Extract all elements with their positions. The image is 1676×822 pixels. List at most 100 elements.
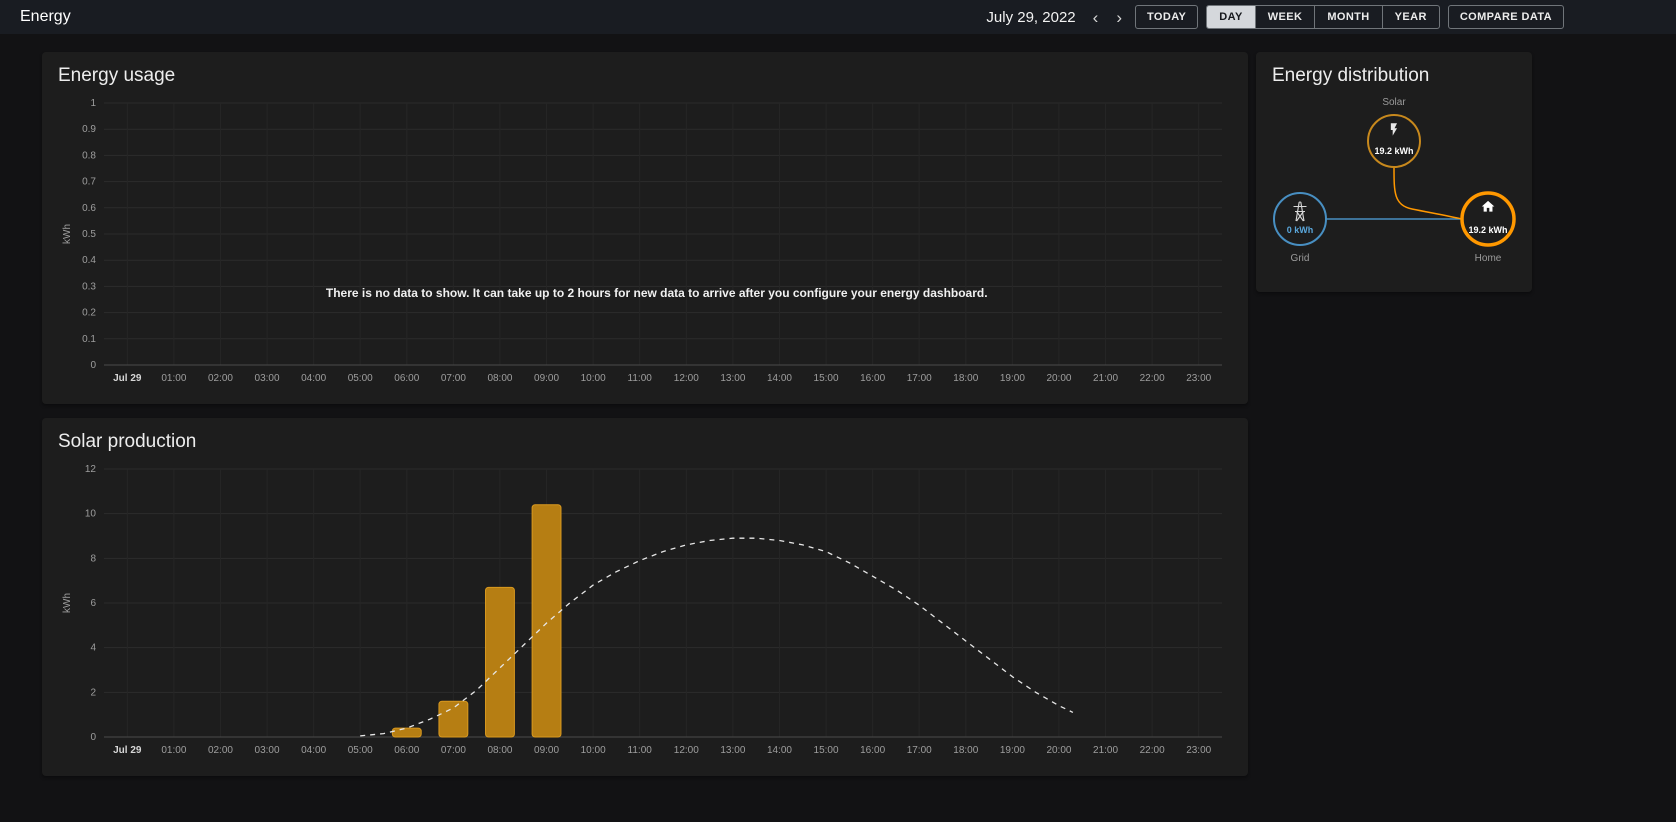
y-tick-label: 4 [90,643,96,654]
y-tick-label: 1 [90,98,96,109]
x-tick-label: 01:00 [161,745,186,756]
solar-production-chart[interactable]: 0 2 4 6 8 10 12 Jul 29 01:00 02:00 03:00 04:00 05:00… [58,461,1228,761]
y-tick-label: 0 [90,360,96,371]
solar-node-value: 19.2 kWh [1374,146,1413,156]
x-tick-label: 06:00 [394,745,419,756]
right-column: Energy distribution Solar 19.2 kWh 0 kWh… [1256,52,1532,292]
grid-node-circle[interactable] [1273,192,1327,246]
x-tick-label: 23:00 [1186,745,1211,756]
solar-production-bar[interactable] [438,700,469,738]
x-tick-label: Jul 29 [113,373,142,384]
x-tick-label: 12:00 [674,373,699,384]
x-tick-label: 03:00 [255,745,280,756]
x-tick-label: 13:00 [720,745,745,756]
period-button-year[interactable]: YEAR [1383,6,1439,28]
solar-production-bar[interactable] [485,586,515,738]
y-tick-label: 10 [85,509,97,520]
x-tick-label: 23:00 [1186,373,1211,384]
y-tick-label: 2 [90,687,96,698]
y-tick-label: 0.5 [82,229,96,240]
solar-production-bar[interactable] [391,727,422,738]
period-button-week[interactable]: WEEK [1256,6,1316,28]
x-tick-label: 02:00 [208,373,233,384]
y-tick-label: 12 [85,464,97,475]
x-tick-label: 18:00 [953,745,978,756]
energy-usage-chart[interactable]: 0 0.1 0.2 0.3 0.4 0.5 0.6 0.7 0.8 0.9 1 Jul 29 01:00… [58,95,1228,389]
x-tick-label: 22:00 [1140,373,1165,384]
x-tick-label: 13:00 [720,373,745,384]
energy-usage-card: Energy usage 0 0.1 0.2 0.3 0.4 0.5 0.6 0.7 0.8 0.… [42,52,1248,404]
y-tick-label: 0.2 [82,308,96,319]
x-tick-label: 10:00 [581,373,606,384]
x-tick-label: 21:00 [1093,373,1118,384]
x-tick-label: 15:00 [814,745,839,756]
energy-distribution-diagram: Solar 19.2 kWh 0 kWh Grid 19.2 kWh Home [1273,97,1516,264]
x-tick-label: 05:00 [348,373,373,384]
solar-production-title: Solar production [58,431,197,452]
y-axis-title: kWh [62,224,73,244]
y-tick-label: 0.6 [82,203,96,214]
solar-to-home-line [1393,166,1463,220]
y-tick-label: 8 [90,553,96,564]
x-tick-label: 17:00 [907,373,932,384]
solar-node-circle[interactable] [1367,114,1421,168]
energy-usage-chart-area: 0 0.1 0.2 0.3 0.4 0.5 0.6 0.7 0.8 0.9 1 Jul 29 01:00… [58,95,1232,394]
previous-period-button[interactable]: ‹ [1088,7,1104,28]
x-tick-label: 05:00 [348,745,373,756]
energy-dashboard: Energy usage 0 0.1 0.2 0.3 0.4 0.5 0.6 0.7 0.8 0.… [0,34,1676,776]
x-tick-label: 19:00 [1000,745,1025,756]
home-node-circle[interactable] [1460,191,1516,247]
x-tick-label: 07:00 [441,373,466,384]
x-tick-label: 16:00 [860,373,885,384]
x-tick-label: 22:00 [1140,745,1165,756]
x-tick-label: 08:00 [487,745,512,756]
today-button[interactable]: TODAY [1134,5,1199,29]
y-tick-label: 0.4 [82,255,96,266]
energy-distribution-card: Energy distribution Solar 19.2 kWh 0 kWh… [1256,52,1532,292]
x-tick-label: 04:00 [301,373,326,384]
y-tick-label: 6 [90,598,96,609]
top-bar: Energy July 29, 2022 ‹ › TODAY DAY WEEK MO… [0,0,1676,34]
left-column: Energy usage 0 0.1 0.2 0.3 0.4 0.5 0.6 0.7 0.8 0.… [42,52,1248,776]
energy-distribution-title: Energy distribution [1272,65,1430,86]
y-tick-label: 0 [90,732,96,743]
x-tick-label: 16:00 [860,745,885,756]
x-tick-label: 07:00 [441,745,466,756]
x-tick-label: 15:00 [814,373,839,384]
next-period-button[interactable]: › [1111,7,1127,28]
x-tick-label: 10:00 [581,745,606,756]
period-toggle-group: DAY WEEK MONTH YEAR [1206,5,1440,29]
x-tick-label: 02:00 [208,745,233,756]
x-tick-label: 11:00 [628,745,653,756]
home-node-label: Home [1475,253,1502,264]
x-tick-label: 19:00 [1000,373,1025,384]
date-label: July 29, 2022 [986,8,1076,26]
period-button-day[interactable]: DAY [1207,6,1256,28]
grid-node-value: 0 kWh [1287,225,1314,235]
x-tick-label: 01:00 [161,373,186,384]
solar-production-card: Solar production 0 2 4 6 8 10 12 Jul 29 01:00 02:… [42,418,1248,776]
x-tick-label: 20:00 [1046,745,1071,756]
period-button-month[interactable]: MONTH [1315,6,1383,28]
y-axis-title: kWh [62,593,73,613]
x-tick-label: 08:00 [487,373,512,384]
x-tick-label: 03:00 [255,373,280,384]
x-tick-label: 09:00 [534,373,559,384]
home-node-value: 19.2 kWh [1468,225,1507,235]
x-tick-label: 20:00 [1046,373,1071,384]
x-tick-label: 12:00 [674,745,699,756]
x-tick-label: 04:00 [301,745,326,756]
compare-data-button[interactable]: COMPARE DATA [1447,5,1564,29]
grid-node-label: Grid [1291,253,1310,264]
x-tick-label: 14:00 [767,373,792,384]
no-data-message: There is no data to show. It can take up… [325,286,988,301]
solar-production-bar[interactable] [531,504,562,738]
page-title: Energy [20,8,71,25]
x-tick-label: 14:00 [767,745,792,756]
y-tick-label: 0.1 [82,334,96,345]
y-tick-label: 0.3 [82,281,96,292]
x-tick-label: Jul 29 [113,745,142,756]
x-tick-label: 21:00 [1093,745,1118,756]
solar-node-label: Solar [1382,97,1406,108]
x-tick-label: 06:00 [394,373,419,384]
